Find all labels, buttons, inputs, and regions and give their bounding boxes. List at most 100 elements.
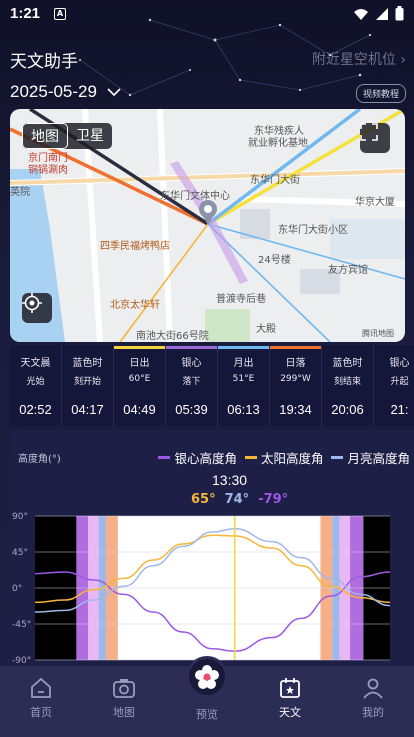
event-detail: 刻结束 [333,377,361,387]
y-tick-label: -45° [12,620,31,630]
timeline-event[interactable]: 日落 299°W 19:34 [270,346,322,426]
event-detail: 51°E [232,374,255,384]
fullscreen-button[interactable] [360,123,390,153]
legend-item-moon: 月亮高度角 [331,448,410,467]
tab-satellite[interactable]: 卫星 [68,123,112,149]
map-view[interactable]: 东华残疾人 就业孵化基地 东华门大街 京门南门 铜锅涮肉 东华门文体中心 华京大… [10,109,405,342]
event-time: 04:49 [123,402,156,417]
legend-item-galaxy: 银心高度角 [158,448,237,467]
map-label: 英院 [10,187,30,198]
y-tick-label: -90° [12,656,31,666]
event-detail: 光始 [26,377,45,387]
nav-label: 地图 [113,706,135,719]
nav-map[interactable]: 地图 [94,676,154,720]
y-tick-label: 0° [12,584,22,594]
map-label: 东华门文体中心 [160,191,230,202]
date-value: 2025-05-29 [10,82,97,101]
legend-label: 银心高度角 [174,451,237,466]
nav-profile[interactable]: 我的 [343,676,403,720]
sun-altitude-value: 65° [191,492,216,507]
event-detail: 299°W [280,374,311,384]
map-label: 24号楼 [258,255,291,266]
map-label: 铜锅涮肉 [28,165,68,176]
legend-swatch [244,456,257,459]
event-color-bar [270,346,321,349]
nearby-spots-link[interactable]: 附近星空机位 › [312,49,406,69]
legend-swatch [158,456,171,459]
event-detail: 60°E [128,374,151,384]
status-icons [353,6,404,21]
expand-icon [360,123,378,141]
battery-icon [395,6,404,21]
event-time: 02:52 [19,402,52,417]
current-values: 65° 74° -79° [191,492,288,507]
nav-home[interactable]: 首页 [11,676,71,720]
nearby-spots-label: 附近星空机位 [311,52,396,68]
chevron-down-icon [107,87,121,96]
nav-preview[interactable]: 预览 [177,706,237,722]
map-attribution: 腾讯地图 [362,329,394,338]
timeline-event[interactable]: 银心 升起 21: [374,346,414,426]
map-label: 北京太华轩 [110,300,160,311]
nav-label: 天文 [279,706,301,719]
event-detail: 升起 [390,377,409,387]
map-label: 就业孵化基地 [248,138,308,149]
event-time: 20:06 [331,402,364,417]
tab-map[interactable]: 地图 [22,123,68,149]
legend-label: 月亮高度角 [347,451,410,466]
app-title: 天文助手 [10,52,78,72]
nav-astronomy[interactable]: 天文 [260,676,320,720]
notification-icon: A [54,8,66,20]
map-label: 友方宾馆 [328,265,368,276]
home-icon [31,677,51,698]
map-label: 南池大街66号院 [136,331,209,342]
altitude-chart[interactable]: 90° 45° 0° -45° -90° [10,510,414,670]
timeline-event[interactable]: 蓝色时刻结束 20:06 [322,346,374,426]
timeline-event[interactable]: 蓝色时刻开始 04:17 [62,346,114,426]
event-color-bar [218,346,269,349]
status-time: 1:21 [10,5,41,22]
date-selector[interactable]: 2025-05-29 [10,82,121,102]
map-label: 华京大厦 [355,197,395,208]
video-tutorial-button[interactable]: 视频教程 [355,84,406,103]
event-name: 日落 [285,358,306,369]
y-axis-label: 高度角(°) [18,454,61,465]
event-time: 05:39 [175,402,208,417]
timeline-event[interactable]: 银心 落下 05:39 [166,346,218,426]
y-tick-label: 45° [12,548,28,558]
crosshair-icon [22,293,42,313]
event-name: 银心 [389,358,410,369]
moon-altitude-value: 74° [224,492,250,507]
event-name: 蓝色时 [332,358,363,369]
event-name: 天文晨 [20,358,51,369]
timeline-event[interactable]: 日出 60°E 04:49 [114,346,166,426]
nav-label: 首页 [30,706,52,719]
altitude-chart-panel: 高度角(°) 银心高度角 太阳高度角 月亮高度角 13:30 65° 74° -… [10,430,414,670]
event-time: 19:34 [279,402,312,417]
timeline-event[interactable]: 天文晨光始 02:52 [10,346,62,426]
current-time: 13:30 [212,472,248,488]
map-label: 四季民福烤鸭店 [100,241,170,252]
event-timeline[interactable]: 天文晨光始 02:52 蓝色时刻开始 04:17 日出 60°E 04:49 银心 落下 05:3… [10,346,414,426]
wifi-icon [354,8,368,20]
event-name: 银心 [181,358,202,369]
event-detail: 刻开始 [73,377,101,387]
locate-button[interactable] [22,293,52,323]
timeline-event[interactable]: 月出 51°E 06:13 [218,346,270,426]
event-name: 日出 [129,358,150,369]
event-name: 蓝色时 [72,358,103,369]
event-name: 月出 [233,358,254,369]
legend-label: 太阳高度角 [260,451,324,466]
map-label: 大殿 [256,324,276,335]
preview-fab[interactable] [186,656,228,698]
legend-item-sun: 太阳高度角 [244,448,324,467]
status-bar: 1:21 A [0,0,414,30]
map-label: 东华门大街小区 [278,225,348,236]
galaxy-altitude-value: -79° [258,492,289,507]
camera-icon [113,679,135,698]
legend-swatch [331,456,344,459]
event-time: 06:13 [227,402,260,417]
event-time: 04:17 [71,402,104,417]
chevron-right-icon: › [400,52,406,68]
map-label: 普渡寺后巷 [216,294,266,305]
